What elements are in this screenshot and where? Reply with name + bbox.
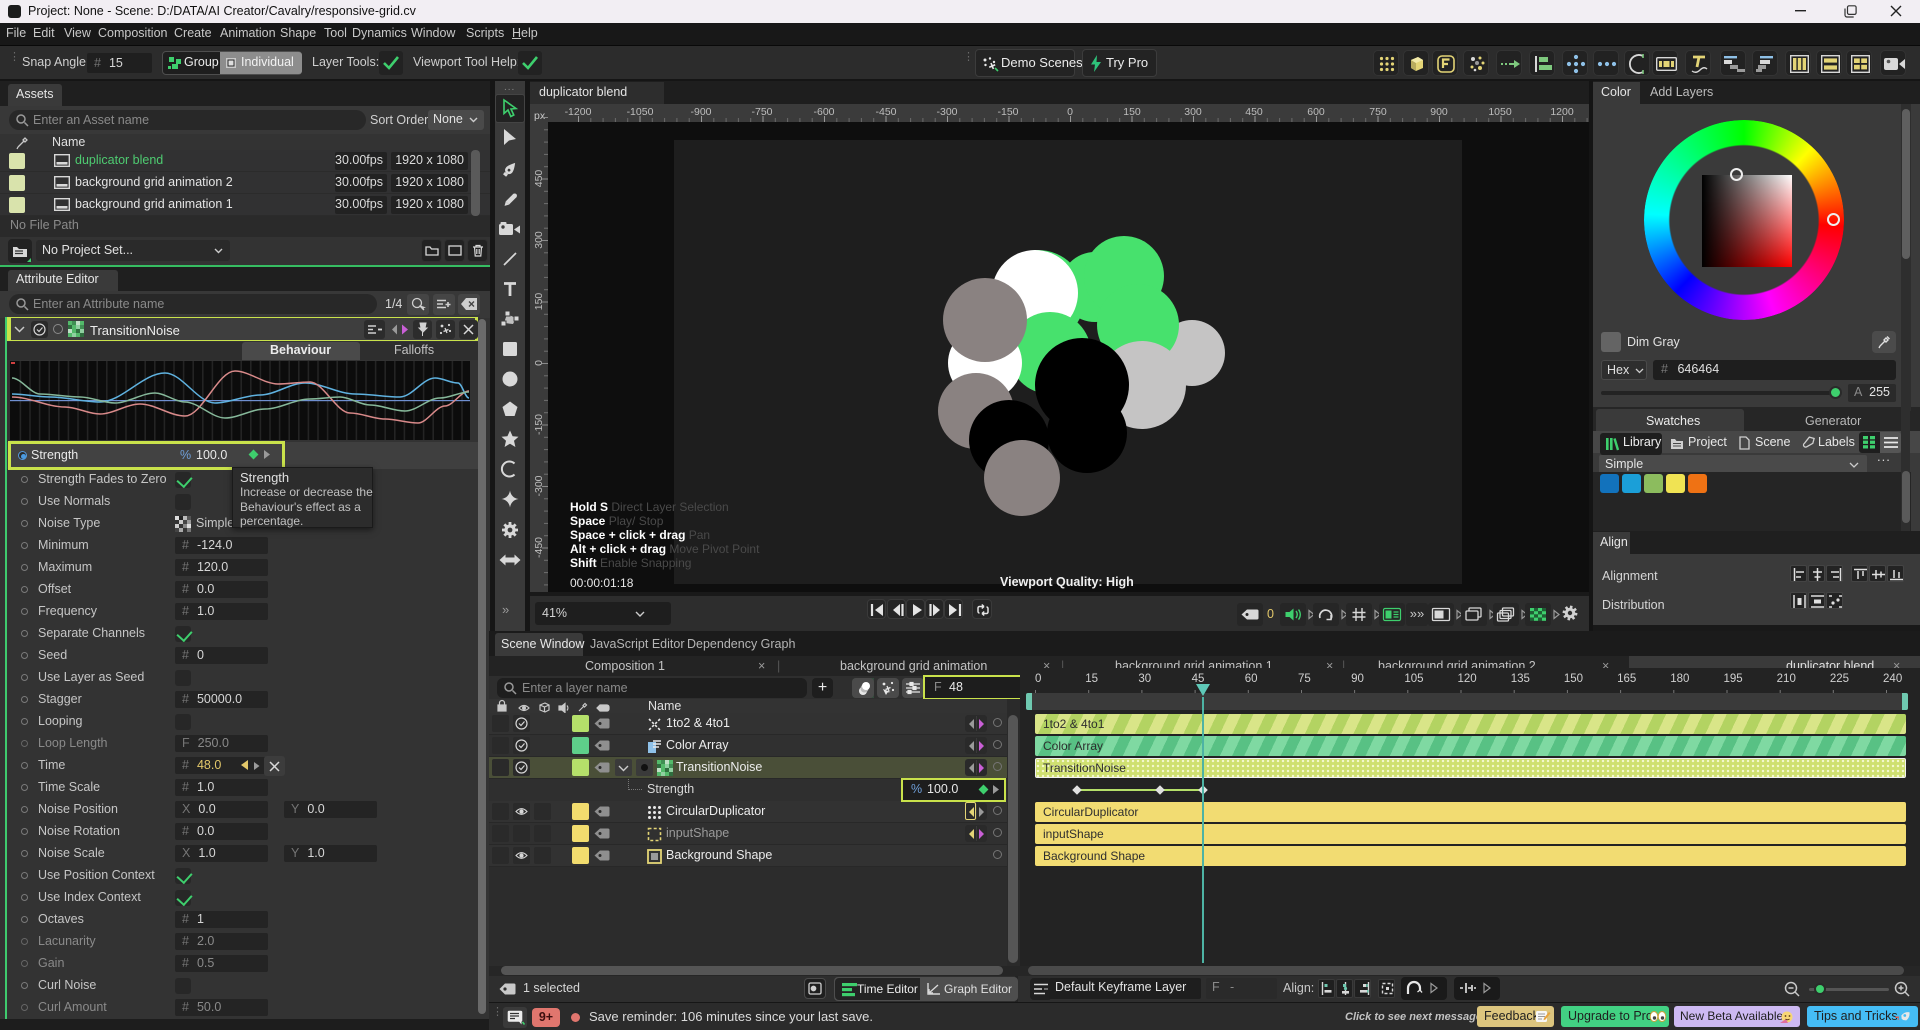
svg-text:15: 15 — [1085, 673, 1098, 685]
svg-text:180: 180 — [1670, 673, 1689, 685]
svg-text:-150: -150 — [533, 414, 545, 435]
svg-text:165: 165 — [1617, 673, 1636, 685]
svg-text:150: 150 — [1564, 673, 1583, 685]
svg-text:210: 210 — [1777, 673, 1796, 685]
svg-text:0: 0 — [533, 360, 545, 366]
svg-text:240: 240 — [1883, 673, 1902, 685]
svg-text:135: 135 — [1511, 673, 1530, 685]
svg-text:450: 450 — [533, 170, 545, 188]
svg-text:60: 60 — [1245, 673, 1258, 685]
svg-text:105: 105 — [1404, 673, 1423, 685]
svg-text:-450: -450 — [533, 537, 545, 558]
svg-text:-300: -300 — [533, 475, 545, 496]
svg-text:-750: -750 — [751, 106, 772, 118]
svg-text:450: 450 — [1245, 106, 1263, 118]
svg-text:150: 150 — [533, 293, 545, 311]
svg-text:75: 75 — [1298, 673, 1311, 685]
svg-text:120: 120 — [1458, 673, 1477, 685]
svg-text:225: 225 — [1830, 673, 1849, 685]
svg-text:1050: 1050 — [1488, 106, 1512, 118]
svg-text:-150: -150 — [997, 106, 1018, 118]
svg-text:90: 90 — [1351, 673, 1364, 685]
svg-text:30: 30 — [1138, 673, 1151, 685]
svg-text:0: 0 — [1035, 673, 1041, 685]
svg-text:195: 195 — [1723, 673, 1742, 685]
svg-text:300: 300 — [533, 231, 545, 249]
